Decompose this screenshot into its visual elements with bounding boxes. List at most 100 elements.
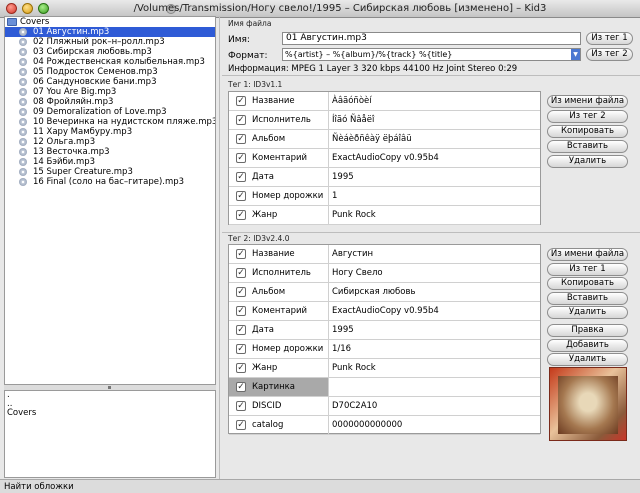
file-info: Информация: MPEG 1 Layer 3 320 kbps 4410… [228, 64, 517, 74]
tag2-buttons-button[interactable]: Копировать [547, 277, 628, 290]
field-value[interactable]: Punk Rock [328, 206, 540, 224]
tag2-buttons-button[interactable]: Вставить [547, 291, 628, 305]
file-list[interactable]: Covers 01 Августин.mp3 02 Пляжный рок–н–р… [4, 16, 216, 385]
tag-row[interactable]: ✓ Коментарий ExactAudioCopy v0.95b4 [229, 149, 540, 168]
tag2-table[interactable]: ✓ Название Августин ✓ Исполнитель Ногу Свело ✓… [228, 244, 541, 435]
tag-row[interactable]: ✓ Альбом Сибирская любовь [229, 283, 540, 302]
field-value[interactable]: Íîãó Ñâåëî [328, 111, 540, 129]
file-item[interactable]: 15 Super Creature.mp3 [5, 167, 215, 177]
tag1-table[interactable]: ✓ Название Àâãóñòèí ✓ Исполнитель Íîãó Ñâåëî ✓… [228, 91, 541, 225]
tag-row[interactable]: ✓ Альбом Ñèáèðñêàÿ ëþáîâü [229, 130, 540, 149]
file-item[interactable]: 06 Сандуновские бани.mp3 [5, 77, 215, 87]
file-item[interactable]: 12 Ольга.mp3 [5, 137, 215, 147]
file-item[interactable]: 03 Сибирская любовь.mp3 [5, 47, 215, 57]
field-checkbox[interactable]: ✓ [236, 134, 246, 144]
field-checkbox[interactable]: ✓ [236, 249, 246, 259]
field-checkbox[interactable]: ✓ [236, 172, 246, 182]
tag-row[interactable]: ✓ Жанр Punk Rock [229, 359, 540, 378]
field-checkbox[interactable]: ✓ [236, 420, 246, 430]
tag-row[interactable]: ✓ Дата 1995 [229, 168, 540, 187]
tag1-buttons-button[interactable]: Вставить [547, 140, 628, 153]
field-checkbox[interactable]: ✓ [236, 325, 246, 335]
audio-file-icon [19, 178, 27, 186]
file-item[interactable]: 13 Весточка.mp3 [5, 147, 215, 157]
field-checkbox[interactable]: ✓ [236, 96, 246, 106]
field-value[interactable]: 1995 [328, 168, 540, 186]
field-value[interactable]: Сибирская любовь [328, 283, 540, 301]
dir-item[interactable]: Covers [5, 409, 215, 418]
tag-row[interactable]: ✓ Коментарий ExactAudioCopy v0.95b4 [229, 302, 540, 321]
tag1-buttons-button[interactable]: Из тег 2 [547, 110, 628, 123]
tag2-frame_buttons-button[interactable]: Правка [547, 324, 628, 337]
field-checkbox[interactable]: ✓ [236, 287, 246, 297]
field-value[interactable]: 1/16 [328, 340, 540, 358]
file-item[interactable]: 07 You Are Big.mp3 [5, 87, 215, 97]
file-item[interactable]: 16 Final (соло на бас–гитаре).mp3 [5, 177, 215, 187]
field-value[interactable]: 0000000000000 [328, 416, 540, 434]
field-checkbox[interactable]: ✓ [236, 401, 246, 411]
field-value[interactable]: ExactAudioCopy v0.95b4 [328, 149, 540, 167]
field-checkbox[interactable]: ✓ [236, 344, 246, 354]
tag2-buttons-button[interactable]: Из тег 1 [547, 262, 628, 276]
field-value[interactable]: Àâãóñòèí [328, 92, 540, 110]
field-value[interactable]: ExactAudioCopy v0.95b4 [328, 302, 540, 320]
file-label: 08 Фройляйн.mp3 [33, 97, 114, 107]
field-checkbox[interactable]: ✓ [236, 382, 246, 392]
field-checkbox[interactable]: ✓ [236, 210, 246, 220]
format-select[interactable]: %{artist} – %{album}/%{track} %{title} ▼ [282, 48, 581, 61]
dir-item[interactable]: .. [5, 400, 215, 409]
tag1-buttons-button[interactable]: Копировать [547, 125, 628, 138]
field-name: DISCID [252, 401, 282, 411]
field-value[interactable] [328, 378, 540, 396]
field-checkbox[interactable]: ✓ [236, 153, 246, 163]
tag-row[interactable]: ✓ Исполнитель Ногу Свело [229, 264, 540, 283]
field-value[interactable]: 1 [328, 187, 540, 205]
field-checkbox[interactable]: ✓ [236, 268, 246, 278]
file-item[interactable]: 05 Подросток Семенов.mp3 [5, 67, 215, 77]
tag2-frame_buttons-button[interactable]: Добавить [547, 338, 628, 352]
file-item[interactable]: 02 Пляжный рок–н–ролл.mp3 [5, 37, 215, 47]
tag2-buttons-button[interactable]: Из имени файла [547, 248, 628, 261]
field-checkbox[interactable]: ✓ [236, 306, 246, 316]
audio-file-icon [19, 28, 27, 36]
folder-item[interactable]: Covers [5, 17, 215, 27]
tag1-buttons-button[interactable]: Из имени файла [547, 95, 628, 108]
directory-list[interactable]: . .. Covers [4, 390, 216, 478]
from-tag2-button[interactable]: Из тег 2 [586, 48, 633, 61]
tag2-buttons-button[interactable]: Удалить [547, 306, 628, 319]
file-item[interactable]: 10 Вечеринка на нудистском пляже.mp3 [5, 117, 215, 127]
tag-row[interactable]: ✓ Дата 1995 [229, 321, 540, 340]
tag-row[interactable]: ✓ Номер дорожки 1/16 [229, 340, 540, 359]
from-tag1-button[interactable]: Из тег 1 [586, 32, 633, 45]
tag-row[interactable]: ✓ DISCID D70C2A10 [229, 397, 540, 416]
field-value[interactable]: Ногу Свело [328, 264, 540, 282]
field-value[interactable]: Ñèáèðñêàÿ ëþáîâü [328, 130, 540, 148]
tag-row[interactable]: ✓ catalog 0000000000000 [229, 416, 540, 435]
file-item[interactable]: 01 Августин.mp3 [5, 27, 215, 37]
dir-item[interactable]: . [5, 391, 215, 400]
tag2-frame_buttons-button[interactable]: Удалить [547, 353, 628, 366]
field-value[interactable]: Августин [328, 245, 540, 263]
tag-row[interactable]: ✓ Номер дорожки 1 [229, 187, 540, 206]
tag1-buttons-button[interactable]: Удалить [547, 155, 628, 168]
field-value[interactable]: Punk Rock [328, 359, 540, 377]
filename-input[interactable]: 01 Августин.mp3 [282, 32, 581, 45]
file-label: 02 Пляжный рок–н–ролл.mp3 [33, 37, 165, 47]
tag-row[interactable]: ✓ Исполнитель Íîãó Ñâåëî [229, 111, 540, 130]
tag-row[interactable]: ✓ Жанр Punk Rock [229, 206, 540, 225]
dropdown-arrow-icon[interactable]: ▼ [571, 49, 580, 60]
field-checkbox[interactable]: ✓ [236, 363, 246, 373]
tag-row[interactable]: ✓ Название Августин [229, 245, 540, 264]
field-checkbox[interactable]: ✓ [236, 115, 246, 125]
tag-row[interactable]: ✓ Название Àâãóñòèí [229, 92, 540, 111]
field-checkbox[interactable]: ✓ [236, 191, 246, 201]
field-value[interactable]: 1995 [328, 321, 540, 339]
filename-section-caption: Имя файла [228, 19, 272, 28]
file-item[interactable]: 08 Фройляйн.mp3 [5, 97, 215, 107]
file-item[interactable]: 11 Хару Мамбуру.mp3 [5, 127, 215, 137]
field-value[interactable]: D70C2A10 [328, 397, 540, 415]
file-item[interactable]: 04 Рождественская колыбельная.mp3 [5, 57, 215, 67]
file-item[interactable]: 09 Demoralization of Love.mp3 [5, 107, 215, 117]
tag-row[interactable]: ✓ Картинка [229, 378, 540, 397]
file-item[interactable]: 14 Бэйби.mp3 [5, 157, 215, 167]
